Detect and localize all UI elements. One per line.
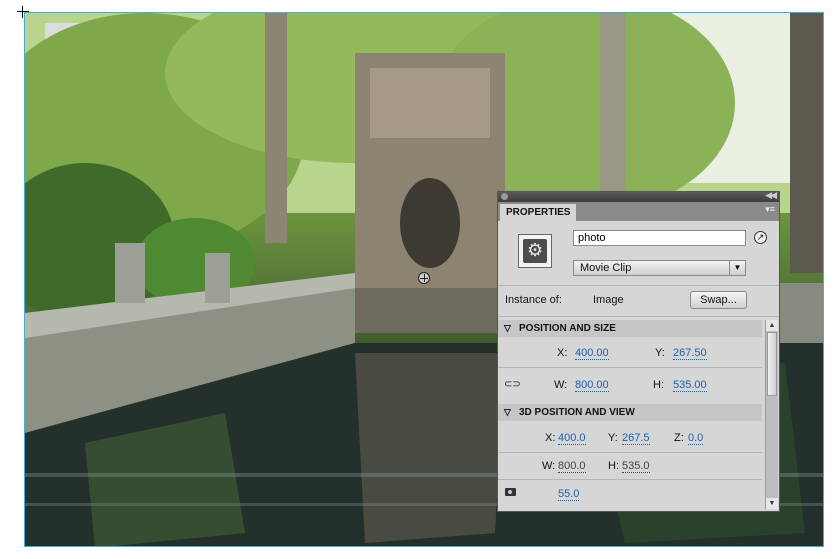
scroll-down-icon[interactable]: ▼ [766, 498, 778, 509]
x-value[interactable]: 400.00 [575, 347, 609, 360]
section-3d-position-view[interactable]: ▽ 3D POSITION AND VIEW [498, 404, 762, 421]
divider [498, 316, 779, 317]
instance-of-value: Image [593, 294, 624, 306]
chevron-down-icon: ▼ [729, 261, 745, 275]
h3d-value: 535.0 [622, 460, 650, 473]
divider [498, 479, 762, 480]
scroll-thumb[interactable] [767, 332, 777, 396]
perspective-angle-value[interactable]: 55.0 [558, 488, 580, 501]
divider [498, 452, 762, 453]
section-title: 3D POSITION AND VIEW [519, 407, 635, 418]
panel-scrollbar[interactable]: ▲ ▼ [765, 320, 778, 509]
x3d-label: X: [545, 432, 556, 444]
properties-panel: ◀◀ PROPERTIES ▾≡ ↗ Movie Clip ▼ Instance… [497, 191, 780, 512]
link-icon[interactable]: ⊂⊃ [504, 379, 521, 390]
w3d-label: W: [542, 460, 556, 472]
w-value[interactable]: 800.00 [575, 379, 609, 392]
disclosure-triangle-icon: ▽ [504, 323, 511, 333]
swap-button[interactable]: Swap... [690, 291, 747, 309]
x3d-value[interactable]: 400.0 [558, 432, 586, 445]
z3d-value[interactable]: 0.0 [688, 432, 704, 445]
symbol-icon [518, 234, 552, 268]
z3d-label: Z: [674, 432, 684, 444]
panel-titlebar[interactable]: ◀◀ [498, 192, 779, 202]
y-label: Y: [655, 347, 665, 359]
section-position-size[interactable]: ▽ POSITION AND SIZE [498, 320, 762, 337]
h-label: H: [653, 379, 664, 391]
y-value[interactable]: 267.50 [673, 347, 707, 360]
divider [498, 367, 762, 368]
transform-point-icon[interactable] [418, 272, 430, 284]
w3d-value: 800.0 [558, 460, 586, 473]
h3d-label: H: [608, 460, 619, 472]
w-label: W: [554, 379, 568, 391]
instance-name-input[interactable] [573, 230, 746, 246]
disclosure-triangle-icon: ▽ [504, 407, 511, 417]
camera-icon [505, 488, 516, 496]
section-title: POSITION AND SIZE [519, 323, 616, 334]
y3d-label: Y: [608, 432, 618, 444]
symbol-type-select[interactable]: Movie Clip ▼ [573, 260, 746, 276]
collapse-icon[interactable]: ◀◀ [765, 192, 777, 201]
divider [498, 285, 779, 286]
tab-bar: PROPERTIES ▾≡ [498, 202, 779, 221]
h-value[interactable]: 535.00 [673, 379, 707, 392]
tab-properties[interactable]: PROPERTIES [500, 204, 577, 221]
panel-menu-icon[interactable]: ▾≡ [765, 204, 775, 215]
x-label: X: [557, 347, 568, 359]
instance-of-label: Instance of: [505, 294, 562, 306]
symbol-type-label: Movie Clip [580, 262, 632, 274]
close-icon[interactable] [501, 193, 508, 200]
y3d-value[interactable]: 267.5 [622, 432, 650, 445]
edit-icon[interactable]: ↗ [754, 231, 767, 244]
scroll-up-icon[interactable]: ▲ [766, 320, 778, 331]
